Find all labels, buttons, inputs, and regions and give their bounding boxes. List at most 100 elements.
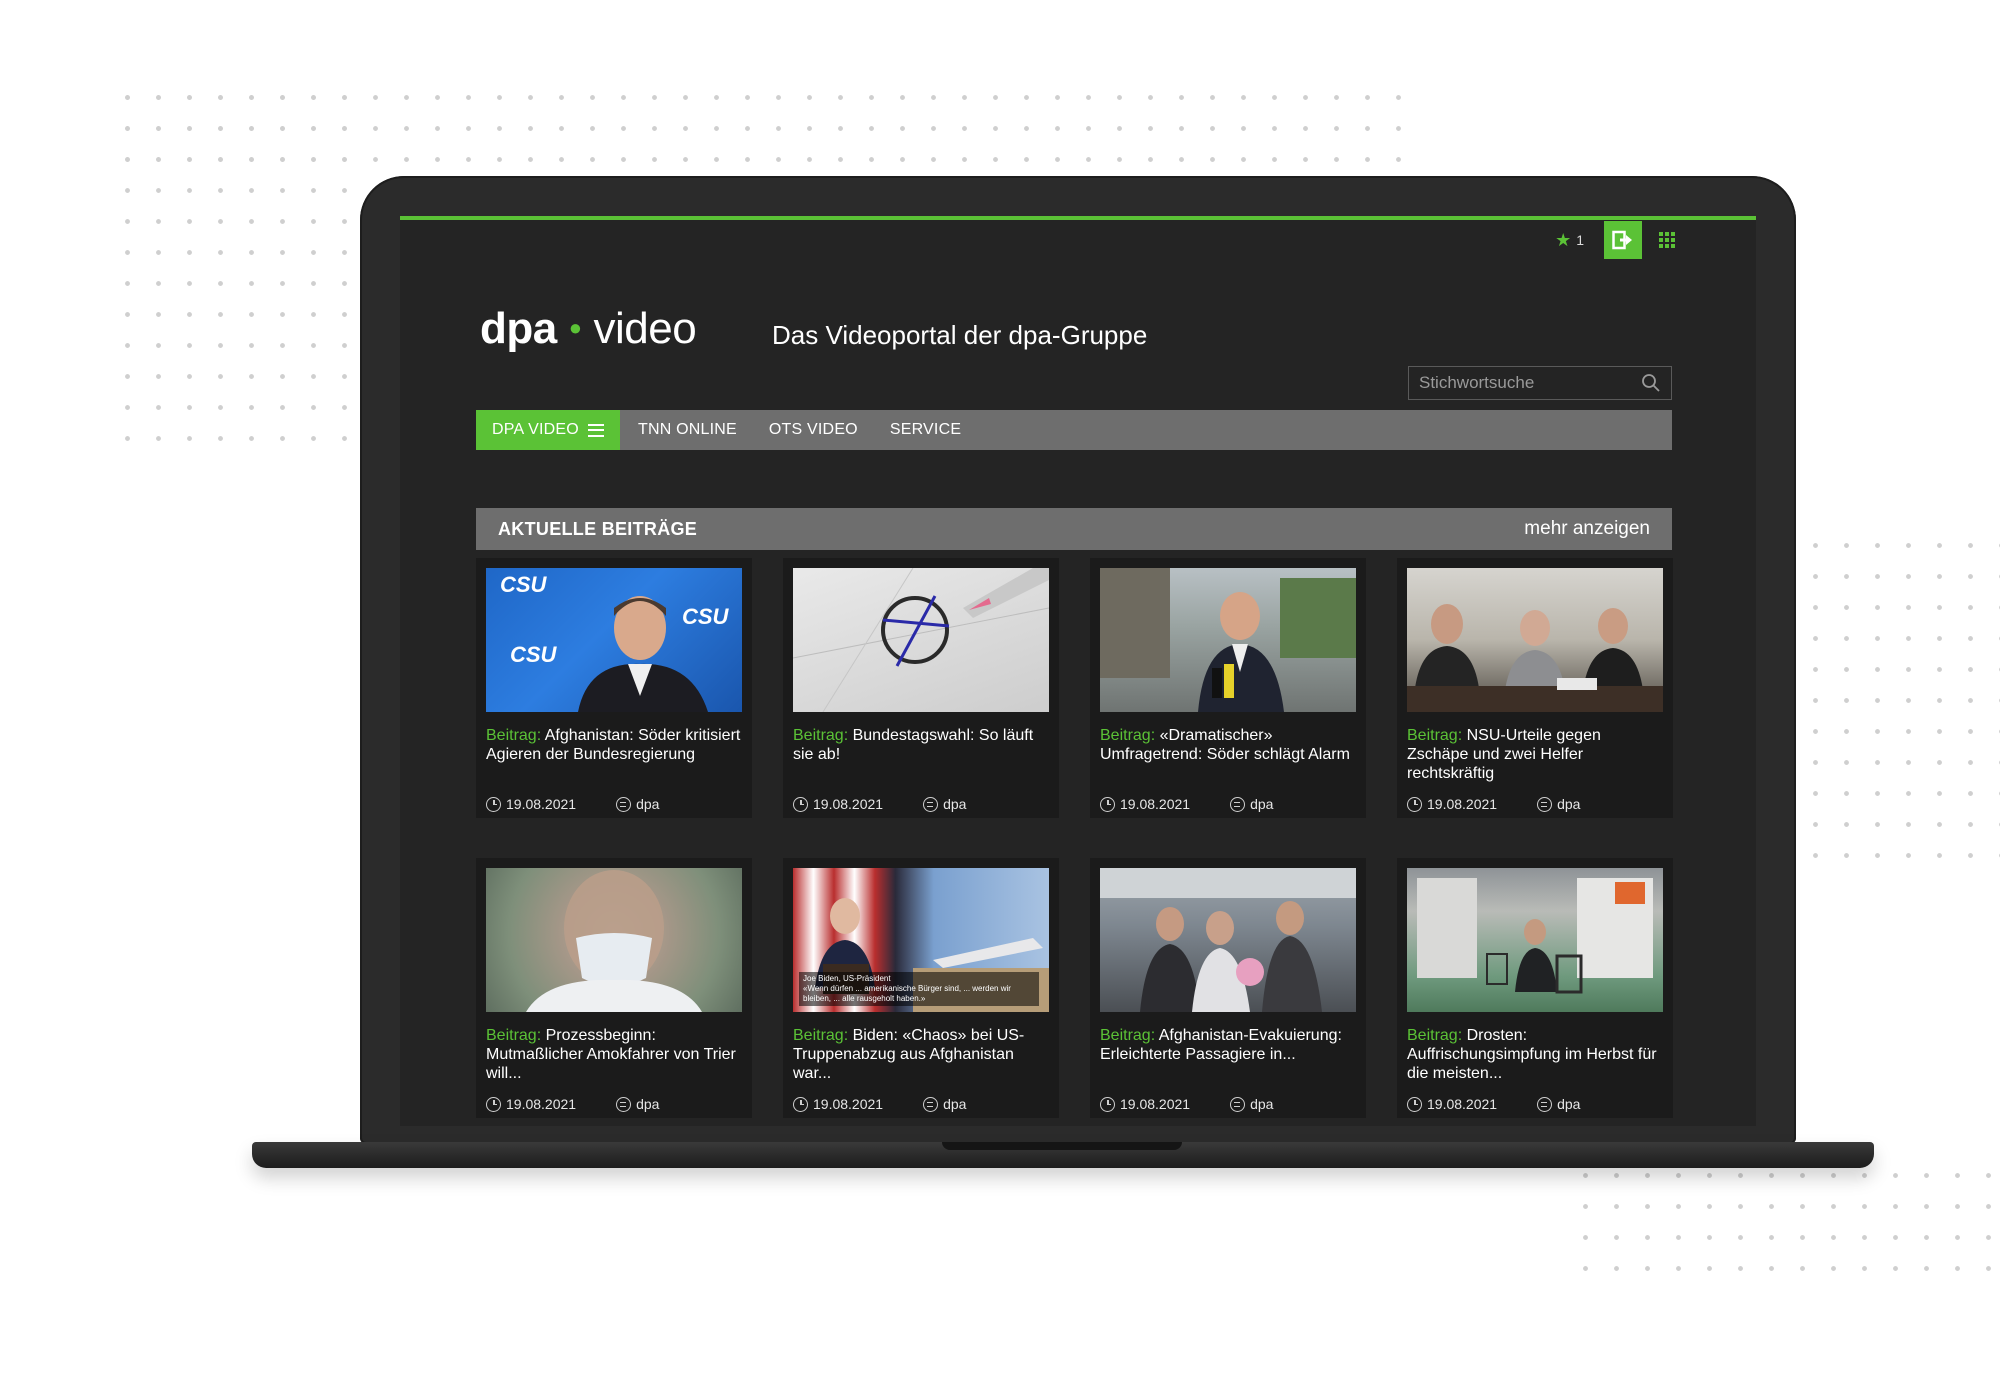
nav-item-label: OTS VIDEO [768, 421, 858, 438]
favorites-count: 1 [1576, 232, 1584, 248]
airport-arrivals-illustration [1100, 868, 1356, 1012]
grid-icon [1659, 232, 1675, 248]
decorative-dots [1800, 530, 2000, 860]
source-icon [616, 1096, 632, 1112]
card-source: dpa [1250, 796, 1274, 812]
card-kind: Beitrag: [1100, 727, 1156, 744]
card-source: dpa [943, 1096, 967, 1112]
clock-icon [1100, 1096, 1115, 1112]
nav-item-ots-video[interactable]: OTS VIDEO [753, 410, 874, 450]
source-icon [923, 796, 939, 812]
laptop-base [252, 1142, 1874, 1168]
video-thumbnail[interactable]: Joe Biden, US-Präsident «Wenn dürfen ...… [793, 868, 1049, 1012]
video-thumbnail[interactable] [486, 868, 742, 1012]
card-source: dpa [636, 796, 660, 812]
card-title[interactable]: Beitrag: Biden: «Chaos» bei US-Truppenab… [793, 1026, 1049, 1084]
search-icon[interactable] [1641, 373, 1661, 393]
star-icon: ★ [1555, 229, 1572, 250]
card-meta: 19.08.2021 dpa [793, 796, 966, 812]
main-nav: DPA VIDEO TNN ONLINE OTS VIDEO SERVICE [476, 410, 1672, 450]
card-title[interactable]: Beitrag: «Dramatischer» Umfragetrend: Sö… [1100, 726, 1356, 784]
card-meta: 19.08.2021 dpa [1100, 796, 1273, 812]
nav-item-label: SERVICE [889, 421, 962, 438]
source-icon [923, 1096, 939, 1112]
card-meta: 19.08.2021 dpa [486, 1096, 659, 1112]
ballot-cross-illustration [793, 568, 1049, 712]
card-kind: Beitrag: [486, 1027, 542, 1044]
video-card[interactable]: Beitrag: Prozessbeginn: Mutmaßlicher Amo… [476, 858, 752, 1118]
card-title[interactable]: Beitrag: Afghanistan-Evakuierung: Erleic… [1100, 1026, 1356, 1084]
dpa-video-logo[interactable]: dpa ● video [480, 304, 697, 354]
page: ★ 1 dpa ● video Das Videoportal der dpa-… [0, 0, 2000, 1400]
nav-item-tnn-online[interactable]: TNN ONLINE [622, 410, 753, 450]
nav-item-service[interactable]: SERVICE [874, 410, 977, 450]
caption-quote: «Wenn dürfen ... amerikanische Bürger si… [803, 984, 1011, 1003]
video-card[interactable]: Beitrag: NSU-Urteile gegen Zschäpe und z… [1397, 558, 1673, 818]
video-thumbnail[interactable] [793, 568, 1049, 712]
section-header: AKTUELLE BEITRÄGE mehr anzeigen [476, 508, 1672, 550]
thumbnail-logo-text: CSU [510, 642, 557, 667]
card-date: 19.08.2021 [506, 796, 577, 812]
clock-icon [793, 1096, 808, 1112]
card-title[interactable]: Beitrag: Afghanistan: Söder kritisiert A… [486, 726, 742, 784]
nav-item-label: DPA VIDEO [492, 421, 579, 438]
card-date: 19.08.2021 [1427, 796, 1498, 812]
card-meta: 19.08.2021 dpa [1407, 796, 1580, 812]
source-icon [1230, 796, 1246, 812]
card-meta: 19.08.2021 dpa [1407, 1096, 1580, 1112]
video-thumbnail[interactable] [1100, 568, 1356, 712]
card-title[interactable]: Beitrag: Prozessbeginn: Mutmaßlicher Amo… [486, 1026, 742, 1084]
card-source: dpa [636, 1096, 660, 1112]
favorites-counter[interactable]: ★ 1 [1555, 230, 1584, 251]
card-date: 19.08.2021 [813, 796, 884, 812]
card-date: 19.08.2021 [813, 1096, 884, 1112]
vaccination-center-illustration [1417, 878, 1653, 994]
video-thumbnail[interactable] [1407, 568, 1663, 712]
courtroom-illustration [1407, 604, 1663, 712]
nav-item-dpa-video[interactable]: DPA VIDEO [476, 410, 620, 450]
nav-item-label: TNN ONLINE [638, 421, 737, 438]
clock-icon [793, 796, 808, 812]
blurred-person-illustration [526, 870, 702, 1012]
video-card[interactable]: Joe Biden, US-Präsident «Wenn dürfen ...… [783, 858, 1059, 1118]
video-caption: Joe Biden, US-Präsident «Wenn dürfen ...… [799, 972, 1039, 1006]
card-kind: Beitrag: [793, 727, 849, 744]
clock-icon [486, 796, 501, 812]
video-thumbnail[interactable] [1407, 868, 1663, 1012]
show-more-link[interactable]: mehr anzeigen [1524, 518, 1650, 540]
top-bar: ★ 1 [1555, 220, 1684, 260]
video-grid: CSU CSU CSU Beitrag: Afghanistan: Söder … [476, 558, 1673, 1118]
card-title[interactable]: Beitrag: NSU-Urteile gegen Zschäpe und z… [1407, 726, 1663, 784]
video-thumbnail[interactable] [1100, 868, 1356, 1012]
card-kind: Beitrag: [1407, 1027, 1463, 1044]
card-title[interactable]: Beitrag: Bundestagswahl: So läuft sie ab… [793, 726, 1049, 784]
source-icon [1230, 1096, 1246, 1112]
logout-button[interactable] [1604, 221, 1642, 259]
search-input[interactable] [1419, 373, 1641, 393]
section-title: AKTUELLE BEITRÄGE [498, 518, 698, 539]
video-card[interactable]: Beitrag: Afghanistan-Evakuierung: Erleic… [1090, 858, 1366, 1118]
browser-screen: ★ 1 dpa ● video Das Videoportal der dpa-… [400, 216, 1756, 1126]
video-card[interactable]: Beitrag: Drosten: Auffrischungsimpfung i… [1397, 858, 1673, 1118]
source-icon [1537, 796, 1553, 812]
video-thumbnail[interactable]: CSU CSU CSU [486, 568, 742, 712]
video-card[interactable]: CSU CSU CSU Beitrag: Afghanistan: Söder … [476, 558, 752, 818]
card-kind: Beitrag: [793, 1027, 849, 1044]
page-tagline: Das Videoportal der dpa-Gruppe [772, 320, 1148, 350]
source-icon [616, 796, 632, 812]
clock-icon [1407, 1096, 1422, 1112]
video-card[interactable]: Beitrag: Bundestagswahl: So läuft sie ab… [783, 558, 1059, 818]
decorative-dots [1570, 1160, 2000, 1280]
card-source: dpa [1557, 796, 1581, 812]
search-box [1408, 366, 1672, 400]
video-card[interactable]: Beitrag: «Dramatischer» Umfragetrend: Sö… [1090, 558, 1366, 818]
card-source: dpa [1557, 1096, 1581, 1112]
apps-button[interactable] [1650, 221, 1684, 259]
card-date: 19.08.2021 [1120, 1096, 1191, 1112]
hamburger-icon[interactable] [588, 423, 604, 437]
source-icon [1537, 1096, 1553, 1112]
card-title[interactable]: Beitrag: Drosten: Auffrischungsimpfung i… [1407, 1026, 1663, 1084]
clock-icon [486, 1096, 501, 1112]
decorative-dots [112, 82, 352, 442]
card-date: 19.08.2021 [1427, 1096, 1498, 1112]
